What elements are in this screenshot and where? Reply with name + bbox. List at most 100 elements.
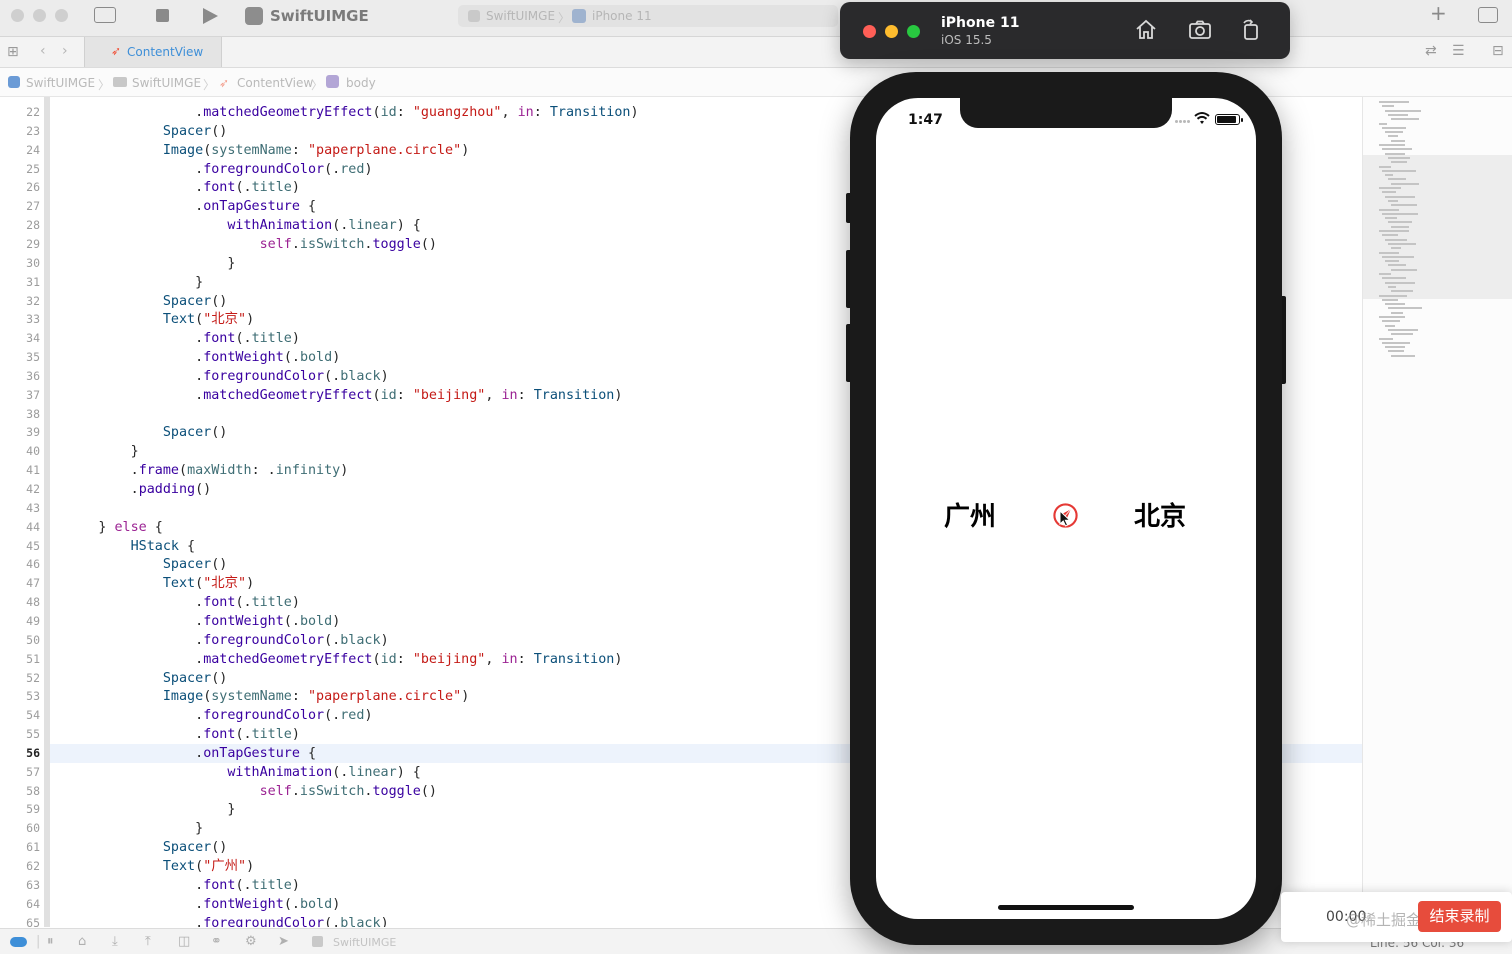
chevron-right-icon: 〉 <box>203 78 216 92</box>
run-destination-scheme: SwiftUIMGE <box>486 9 556 23</box>
line-number: 48 <box>26 595 40 610</box>
screenshot-icon[interactable] <box>1188 18 1212 42</box>
run-icon[interactable] <box>203 8 218 24</box>
minimap-line <box>1391 268 1417 271</box>
breadcrumb-symbol[interactable]: body <box>346 76 376 90</box>
status-bar-time: 1:47 <box>908 112 943 128</box>
line-number: 27 <box>26 199 40 214</box>
line-number: 38 <box>26 406 40 421</box>
minimap-line <box>1388 350 1404 353</box>
simulator-device-name: iPhone 11 <box>941 15 1020 31</box>
minimap-line <box>1382 191 1396 194</box>
editor-options-icon[interactable]: ☰ <box>1452 43 1465 59</box>
minimap-line <box>1385 281 1415 284</box>
step-out-icon[interactable]: ⤒ <box>145 934 151 949</box>
line-number: 49 <box>26 613 40 628</box>
related-items-icon[interactable]: ⇄ <box>1425 43 1437 59</box>
line-number: 64 <box>26 896 40 911</box>
line-number: 52 <box>26 670 40 685</box>
plus-icon[interactable]: + <box>1430 3 1447 23</box>
minimap-line <box>1379 273 1391 275</box>
chevron-right-icon: 〉 <box>98 78 111 92</box>
chevron-right-icon: 〉 <box>311 78 324 92</box>
minimap-line <box>1382 298 1398 301</box>
line-number: 26 <box>26 180 40 195</box>
step-over-icon[interactable]: ⌂ <box>78 934 86 949</box>
tab-contentview[interactable]: ➶ ContentView <box>84 37 222 67</box>
line-number: 32 <box>26 293 40 308</box>
minimap-line <box>1388 221 1412 224</box>
debug-scheme-name: SwiftUIMGE <box>333 936 397 949</box>
stop-recording-button[interactable]: 结束录制 <box>1418 901 1501 932</box>
home-indicator[interactable] <box>998 905 1134 910</box>
minimap-line <box>1391 225 1409 228</box>
minimap-line <box>1385 303 1405 306</box>
minimap-line <box>1379 316 1405 318</box>
line-number: 51 <box>26 651 40 666</box>
location-icon[interactable]: ➤ <box>278 934 289 949</box>
app-icon <box>245 7 263 25</box>
minimap-line <box>1385 131 1403 134</box>
minimap-line <box>1385 238 1407 241</box>
minimap-line <box>1391 204 1417 207</box>
minimap-line <box>1388 307 1422 310</box>
city-label-left: 广州 <box>944 502 997 532</box>
project-icon <box>8 76 20 88</box>
minimap-line <box>1391 247 1401 250</box>
minimap-line <box>1391 182 1419 185</box>
navigator-toggle-icon[interactable] <box>94 7 116 23</box>
breadcrumb-file[interactable]: ContentView <box>237 76 313 90</box>
simulator-zoom-button[interactable] <box>907 25 920 38</box>
step-into-icon[interactable]: ⤓ <box>112 934 118 949</box>
memory-graph-icon[interactable]: ⚭ <box>211 934 222 949</box>
window-zoom-button[interactable] <box>55 9 68 22</box>
minimap-line <box>1391 354 1415 357</box>
stop-icon[interactable] <box>156 9 169 22</box>
window-minimize-button[interactable] <box>33 9 46 22</box>
simulator-minimize-button[interactable] <box>885 25 898 38</box>
minimap-line <box>1382 148 1412 151</box>
minimap-line <box>1388 199 1398 202</box>
app-icon <box>468 10 480 22</box>
scheme-name[interactable]: SwiftUIMGE <box>270 7 369 25</box>
rotate-icon[interactable] <box>1239 18 1263 42</box>
environment-overrides-icon[interactable]: ⚙ <box>245 934 257 949</box>
minimap-line <box>1388 135 1398 138</box>
minimap-line <box>1388 113 1408 116</box>
line-number: 23 <box>26 123 40 138</box>
minimap-line <box>1385 324 1395 327</box>
breadcrumb-project[interactable]: SwiftUIMGE <box>26 76 95 90</box>
minimap-line <box>1382 169 1416 172</box>
view-hierarchy-icon[interactable]: ◫ <box>178 934 190 949</box>
grid-icon[interactable]: ⊞ <box>7 44 19 60</box>
split-editor-icon[interactable]: ⊟ <box>1492 43 1504 59</box>
minimap-line <box>1385 109 1421 112</box>
minimap-line <box>1379 208 1399 211</box>
run-destination-selector[interactable]: SwiftUIMGE 〉 iPhone 11 <box>458 5 838 27</box>
forward-icon[interactable]: › <box>62 43 68 59</box>
line-number: 29 <box>26 236 40 251</box>
minimap-line <box>1382 212 1418 215</box>
simulator-close-button[interactable] <box>863 25 876 38</box>
breadcrumb-group[interactable]: SwiftUIMGE <box>132 76 201 90</box>
line-number: 24 <box>26 142 40 157</box>
line-number: 39 <box>26 425 40 440</box>
line-number: 46 <box>26 557 40 572</box>
minimap-line <box>1391 311 1403 314</box>
line-number: 54 <box>26 708 40 723</box>
line-number: 22 <box>26 105 40 119</box>
line-number: 47 <box>26 576 40 591</box>
back-icon[interactable]: ‹ <box>40 43 46 59</box>
minimap[interactable] <box>1362 97 1512 927</box>
home-icon[interactable] <box>1134 18 1158 42</box>
line-number: 53 <box>26 689 40 704</box>
minimap-line <box>1385 174 1393 177</box>
line-number: 62 <box>26 859 40 873</box>
simulator-screen[interactable]: 1:47 广州 北京 <box>876 98 1256 919</box>
pause-icon[interactable]: ⏸ <box>47 934 54 949</box>
line-number: 40 <box>26 444 40 459</box>
inspector-toggle-icon[interactable] <box>1478 7 1498 23</box>
window-close-button[interactable] <box>11 9 24 22</box>
line-number: 60 <box>26 821 40 836</box>
debug-area-toggle[interactable] <box>10 937 27 947</box>
